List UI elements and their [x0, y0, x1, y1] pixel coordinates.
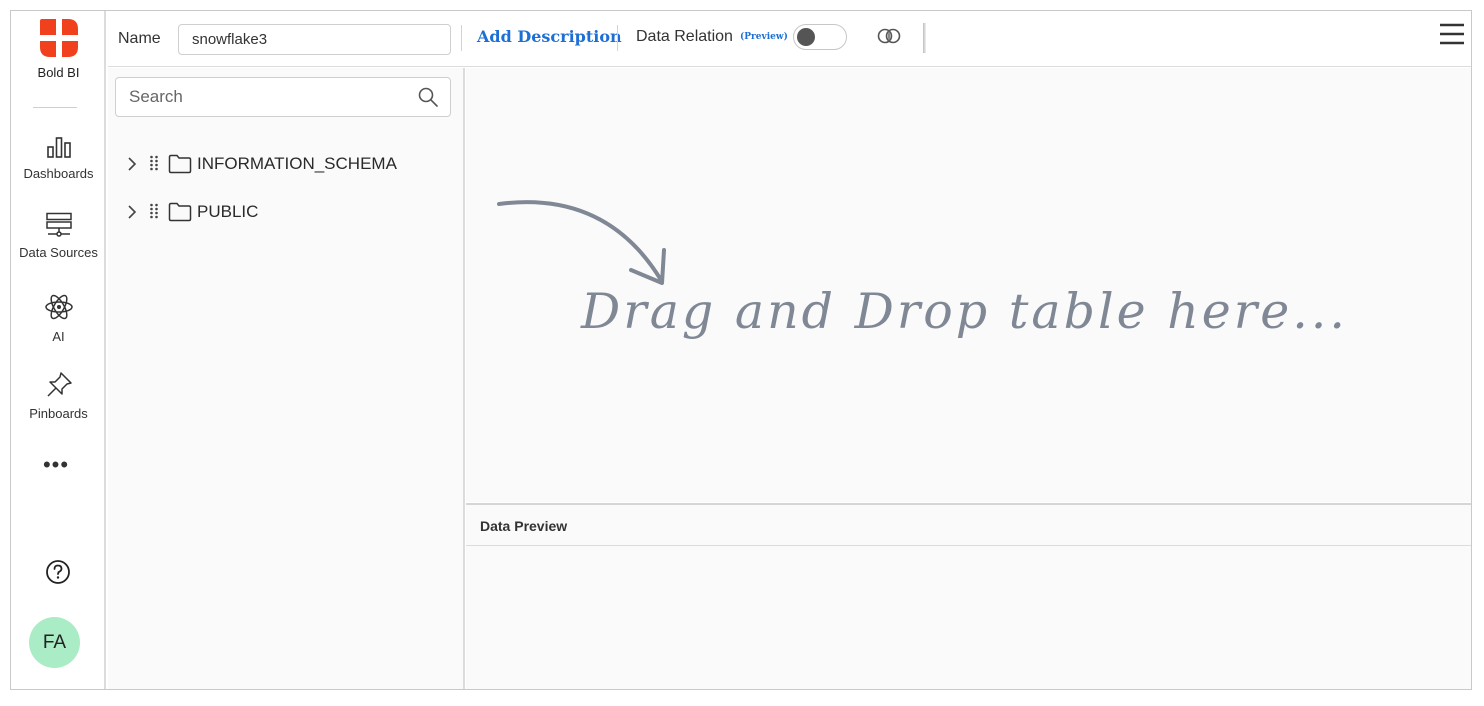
name-input[interactable]: [178, 24, 451, 55]
search-icon[interactable]: [418, 87, 438, 107]
folder-icon: [168, 202, 192, 222]
atom-icon: [44, 294, 73, 320]
nav-divider: [33, 107, 77, 108]
chevron-right-icon[interactable]: [126, 205, 138, 219]
tree-item-label: PUBLIC: [197, 202, 259, 221]
bar-chart-icon: [46, 137, 71, 158]
brand[interactable]: Bold BI: [11, 17, 106, 80]
help-circle-icon[interactable]: [45, 559, 71, 585]
bold-bi-logo-icon: [39, 19, 78, 57]
nav-label-data-sources: Data Sources: [19, 245, 98, 260]
join-circles-icon[interactable]: [877, 28, 901, 44]
pin-icon: [46, 372, 72, 397]
nav-label-pinboards: Pinboards: [29, 406, 88, 421]
toolbar-divider: [461, 25, 462, 51]
nav-label-dashboards: Dashboards: [23, 166, 94, 181]
data-preview-title: Data Preview: [480, 518, 568, 534]
chevron-right-icon[interactable]: [126, 157, 138, 171]
nav-item-ai[interactable]: AI: [11, 292, 106, 344]
drop-hint: Drag and Drop table here...: [581, 283, 1348, 340]
data-preview-header: Data Preview: [466, 505, 1471, 546]
toolbar-divider: [617, 25, 618, 51]
data-preview-panel: Data Preview: [466, 503, 1471, 689]
folder-icon: [168, 154, 192, 174]
user-avatar[interactable]: FA: [29, 617, 80, 668]
curved-arrow-icon: [497, 200, 666, 285]
name-label: Name: [118, 30, 161, 47]
toolbar-scroll-shadow: [923, 23, 926, 53]
toggle-knob: [797, 28, 815, 46]
nav-item-data-sources[interactable]: Data Sources: [11, 212, 106, 260]
search-box: [115, 77, 451, 117]
schema-panel: INFORMATION_SCHEMA PUBLIC: [108, 68, 465, 689]
tree-item-information-schema[interactable]: INFORMATION_SCHEMA: [126, 152, 446, 176]
more-options-icon[interactable]: •••: [41, 454, 71, 476]
brand-name: Bold BI: [37, 65, 80, 80]
server-icon: [45, 212, 72, 237]
nav-item-dashboards[interactable]: Dashboards: [11, 135, 106, 181]
preview-badge: (Preview): [740, 32, 788, 42]
search-input[interactable]: [117, 79, 407, 115]
tree-item-label: INFORMATION_SCHEMA: [197, 154, 397, 173]
drag-handle-icon[interactable]: [149, 155, 159, 171]
data-relation-label: Data Relation: [636, 28, 733, 45]
drag-handle-icon[interactable]: [149, 203, 159, 219]
app-window: Bold BI Dashboards Data Sources AI Pinbo…: [10, 10, 1472, 690]
left-nav: Bold BI Dashboards Data Sources AI Pinbo…: [11, 11, 106, 689]
drop-canvas[interactable]: Drag and Drop table here...: [466, 68, 1471, 502]
top-toolbar: Name Add Description Data Relation (Prev…: [108, 11, 1471, 67]
add-description-link[interactable]: Add Description: [477, 27, 622, 46]
tree-item-public[interactable]: PUBLIC: [126, 200, 446, 224]
nav-label-ai: AI: [52, 329, 65, 344]
nav-item-pinboards[interactable]: Pinboards: [11, 371, 106, 421]
hamburger-menu-icon[interactable]: [1439, 22, 1465, 46]
data-relation-toggle[interactable]: [793, 24, 847, 50]
